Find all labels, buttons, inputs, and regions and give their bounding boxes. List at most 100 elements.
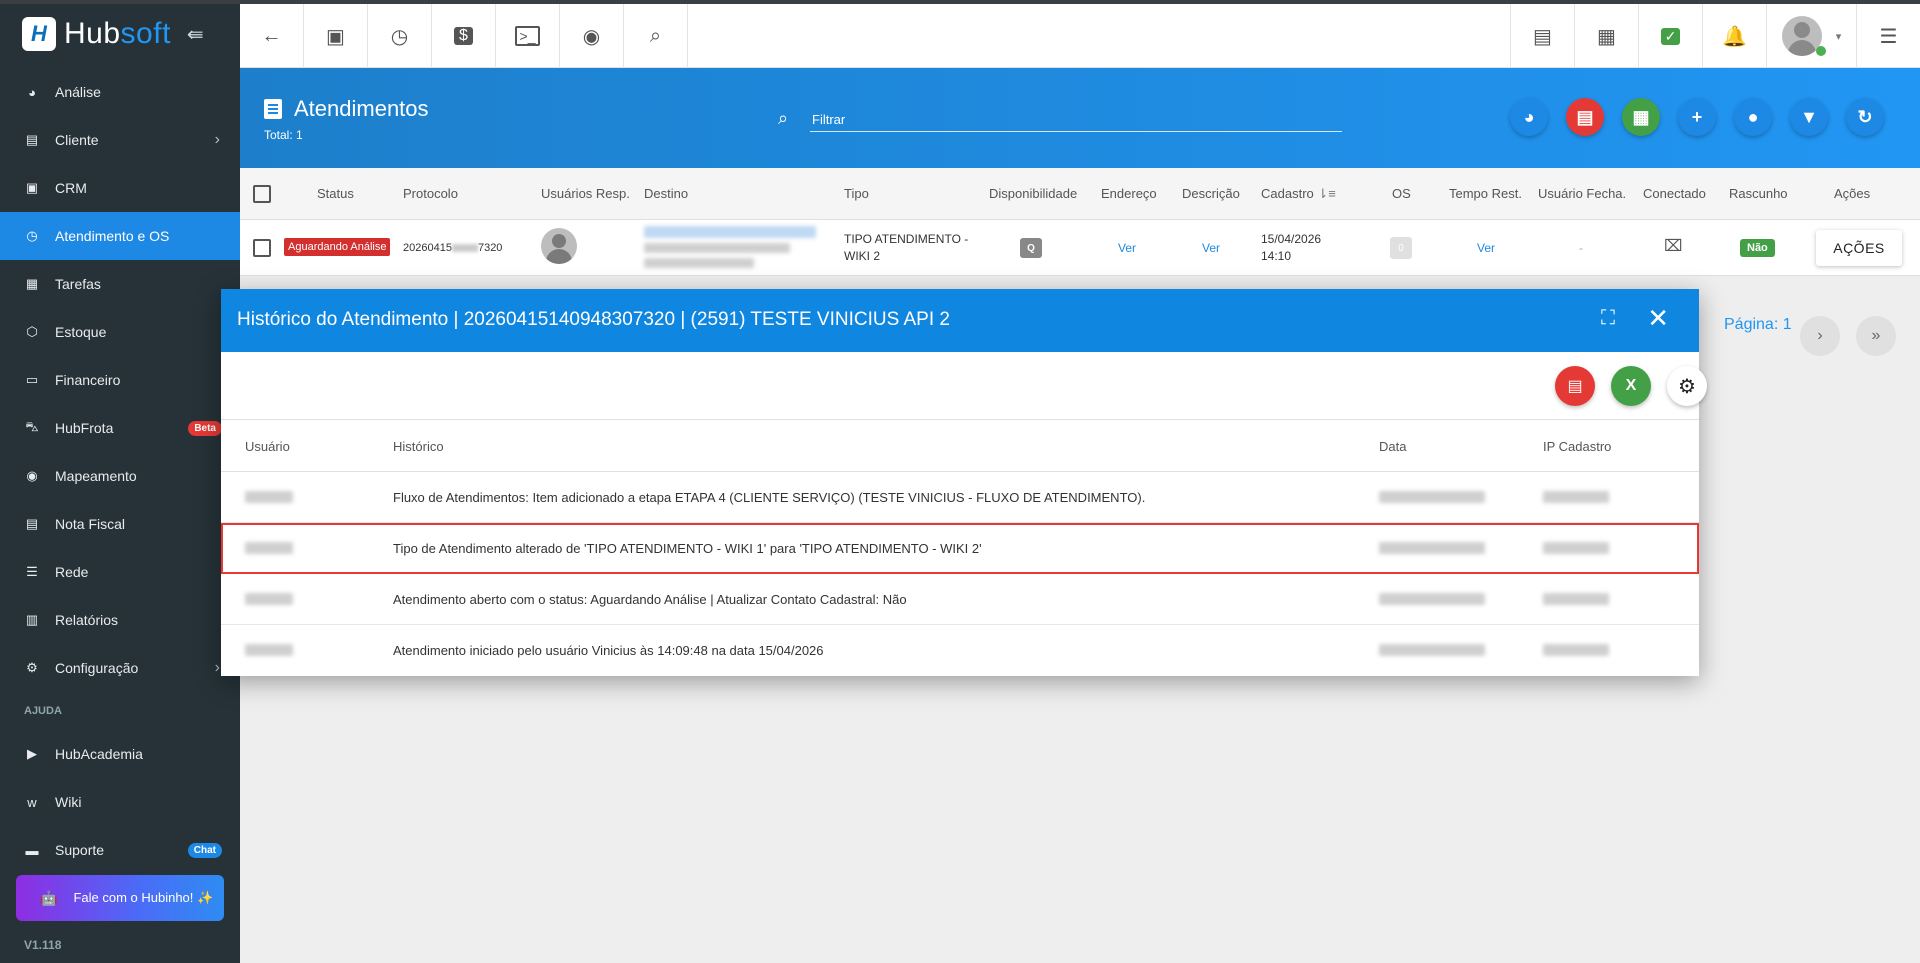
history-row[interactable]: Atendimento aberto com o status: Aguarda…	[221, 574, 1699, 625]
calendar-button[interactable]: ▦	[1574, 4, 1638, 68]
col-endereco[interactable]: Endereço	[1101, 186, 1157, 201]
user-menu[interactable]: ▾	[1766, 4, 1856, 68]
destino-redacted-link[interactable]	[644, 226, 816, 238]
descricao-link[interactable]: Ver	[1202, 241, 1220, 255]
col-disponibilidade[interactable]: Disponibilidade	[989, 186, 1077, 201]
table-row[interactable]: Aguardando Análise 20260415 7320 TIPO ATE…	[240, 220, 1920, 276]
sidebar-item-rede[interactable]: ☰ Rede	[0, 548, 240, 596]
sidebar-item-suporte[interactable]: ▬ Suporte Chat	[0, 826, 240, 874]
modal-export-pdf-button[interactable]: ▤	[1555, 366, 1595, 406]
car-icon: ⛍	[25, 419, 39, 434]
modal-settings-button[interactable]: ⚙	[1667, 366, 1707, 406]
sidebar-item-hubacademia[interactable]: ▶ HubAcademia	[0, 730, 240, 778]
sidebar-item-mapeamento[interactable]: ◉ Mapeamento	[0, 452, 240, 500]
col-usuario[interactable]: Usuário	[245, 439, 290, 454]
network-icon: ☰	[26, 564, 38, 579]
tasks-icon: ▦	[25, 276, 39, 291]
fullscreen-icon[interactable]: ⛶	[1601, 307, 1615, 330]
endereco-link[interactable]: Ver	[1118, 241, 1136, 255]
sidebar-item-cliente[interactable]: ▤ Cliente ›	[0, 116, 240, 164]
hubsoft-logo[interactable]: H	[22, 17, 56, 51]
sidebar-item-nota-fiscal[interactable]: ▤ Nota Fiscal	[0, 500, 240, 548]
bell-icon: 🔔	[1722, 25, 1747, 48]
col-tempo-rest[interactable]: Tempo Rest.	[1449, 186, 1522, 201]
contact-icon: ▣	[326, 25, 345, 48]
sidebar-item-wiki[interactable]: w Wiki	[0, 778, 240, 826]
col-protocolo[interactable]: Protocolo	[403, 186, 458, 201]
crm-icon: ▣	[25, 180, 39, 195]
next-page-button[interactable]: ›	[1800, 316, 1840, 356]
sidebar-item-crm[interactable]: ▣ CRM	[0, 164, 240, 212]
user-icon: ●	[1747, 106, 1759, 127]
refresh-icon: ↻	[1857, 106, 1873, 127]
filter-input[interactable]	[810, 112, 1342, 127]
sidebar-item-analise[interactable]: ◕ Análise	[0, 68, 240, 116]
sidebar-item-relatorios[interactable]: ▥ Relatórios	[0, 596, 240, 644]
sidebar-item-estoque[interactable]: ⬡ Estoque	[0, 308, 240, 356]
export-pdf-button[interactable]: ▤	[1566, 98, 1604, 136]
excel-icon: ▦	[1632, 106, 1650, 127]
user-filter-button[interactable]: ●	[1734, 98, 1772, 136]
col-tipo[interactable]: Tipo	[844, 186, 869, 201]
sidebar-item-tarefas[interactable]: ▦ Tarefas	[0, 260, 240, 308]
sidebar-item-hubfrota[interactable]: ⛍ HubFrota Beta	[0, 404, 240, 452]
hubinho-chat-button[interactable]: 🤖 Fale com o Hubinho! ✨	[16, 875, 224, 921]
pdf-doc-button[interactable]: ▤	[1510, 4, 1574, 68]
sidebar-item-financeiro[interactable]: ▭ Financeiro	[0, 356, 240, 404]
acoes-button[interactable]: AÇÕES	[1816, 230, 1902, 266]
add-button[interactable]: +	[1678, 98, 1716, 136]
pagination-next-wrap: › »	[1800, 316, 1896, 356]
col-rascunho[interactable]: Rascunho	[1729, 186, 1788, 201]
search-button[interactable]: ⌕	[624, 4, 688, 68]
money-icon: ▭	[25, 372, 39, 387]
history-row-highlighted[interactable]: Tipo de Atendimento alterado de 'TIPO AT…	[221, 523, 1699, 574]
modal-actions: ▤ X ⚙	[221, 352, 1707, 420]
pagination-label-wrap: Página: 1	[1724, 316, 1792, 334]
col-status[interactable]: Status	[317, 186, 354, 201]
ip-redacted	[1543, 491, 1609, 503]
usuario-redacted	[245, 491, 293, 503]
row-checkbox[interactable]	[253, 239, 271, 257]
col-destino[interactable]: Destino	[644, 186, 688, 201]
col-os[interactable]: OS	[1392, 186, 1411, 201]
chart-button[interactable]: ◕	[1510, 98, 1548, 136]
col-historico[interactable]: Histórico	[393, 439, 444, 454]
col-data[interactable]: Data	[1379, 439, 1406, 454]
col-descricao[interactable]: Descrição	[1182, 186, 1240, 201]
chevron-right-icon: ›	[1817, 327, 1823, 344]
col-conectado[interactable]: Conectado	[1643, 186, 1706, 201]
terminal-icon: >_	[514, 26, 541, 46]
view-button[interactable]: ◉	[560, 4, 624, 68]
rascunho-badge: Não	[1740, 239, 1775, 257]
list-menu-button[interactable]: ☰	[1856, 4, 1920, 68]
history-row[interactable]: Fluxo de Atendimentos: Item adicionado a…	[221, 472, 1699, 523]
finance-button[interactable]: $	[432, 4, 496, 68]
tempo-rest-link[interactable]: Ver	[1477, 241, 1495, 255]
collapse-icon[interactable]: ⇚	[187, 22, 204, 47]
history-row[interactable]: Atendimento iniciado pelo usuário Vinici…	[221, 625, 1699, 676]
tasks-done-button[interactable]: ✓	[1638, 4, 1702, 68]
page-header: Atendimentos Total: 1 ⌕ ◕ ▤ ▦ + ● ▼ ↻	[240, 68, 1920, 168]
double-chevron-right-icon: »	[1871, 327, 1881, 344]
sidebar-item-configuracao[interactable]: ⚙ Configuração ›	[0, 644, 240, 692]
col-acoes[interactable]: Ações	[1834, 186, 1870, 201]
map-pin-icon: ◉	[26, 468, 38, 483]
last-page-button[interactable]: »	[1856, 316, 1896, 356]
select-all-checkbox[interactable]	[253, 185, 271, 203]
notifications-button[interactable]: 🔔	[1702, 4, 1766, 68]
back-button[interactable]: ←	[240, 4, 304, 68]
contact-button[interactable]: ▣	[304, 4, 368, 68]
schedule-button[interactable]: ◷	[368, 4, 432, 68]
col-usuario-fecha[interactable]: Usuário Fecha.	[1538, 186, 1626, 201]
refresh-button[interactable]: ↻	[1846, 98, 1884, 136]
destino-redacted-line	[644, 258, 754, 268]
close-icon[interactable]: ✕	[1647, 303, 1669, 334]
terminal-button[interactable]: >_	[496, 4, 560, 68]
sidebar-item-atendimento-os[interactable]: ◷ Atendimento e OS	[0, 212, 240, 260]
modal-export-excel-button[interactable]: X	[1611, 366, 1651, 406]
export-excel-button[interactable]: ▦	[1622, 98, 1660, 136]
col-usuarios-resp[interactable]: Usuários Resp.	[541, 186, 630, 201]
col-cadastro[interactable]: Cadastro ⇂≡	[1261, 186, 1336, 202]
filter-button[interactable]: ▼	[1790, 98, 1828, 136]
col-ip-cadastro[interactable]: IP Cadastro	[1543, 439, 1611, 454]
